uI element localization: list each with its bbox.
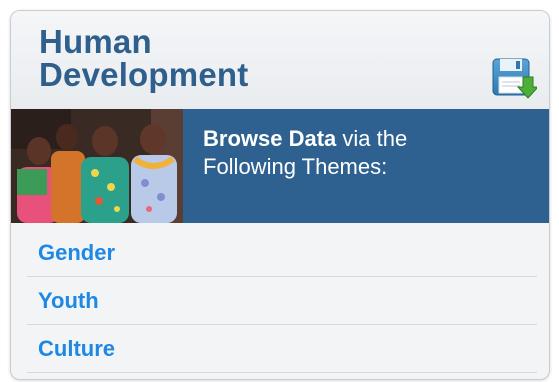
title-line-2: Development: [39, 56, 249, 93]
widget-header: Human Development: [11, 11, 549, 109]
title-line-1: Human: [39, 23, 152, 60]
theme-list: Gender Youth Culture: [27, 229, 537, 373]
browse-banner: Browse Data via the Following Themes:: [11, 109, 549, 223]
group-photo-image: [11, 109, 183, 223]
theme-link-culture[interactable]: Culture: [38, 336, 115, 362]
banner-photo: [11, 109, 183, 223]
human-development-widget: Human Development Browse Data via the Fo…: [10, 10, 550, 380]
browse-intro-rest: via the: [342, 126, 408, 151]
theme-link-gender[interactable]: Gender: [38, 240, 115, 266]
browse-intro-line-2: Following Themes:: [203, 154, 388, 179]
theme-item-gender[interactable]: Gender: [27, 229, 537, 277]
browse-intro-text: Browse Data via the Following Themes:: [203, 125, 533, 181]
widget-title: Human Development: [39, 25, 248, 91]
theme-item-culture[interactable]: Culture: [27, 325, 537, 373]
save-download-button[interactable]: [491, 55, 540, 99]
browse-data-bold: Browse Data: [203, 126, 337, 151]
save-download-icon: [492, 58, 540, 99]
theme-item-youth[interactable]: Youth: [27, 277, 537, 325]
theme-link-youth[interactable]: Youth: [38, 288, 99, 314]
